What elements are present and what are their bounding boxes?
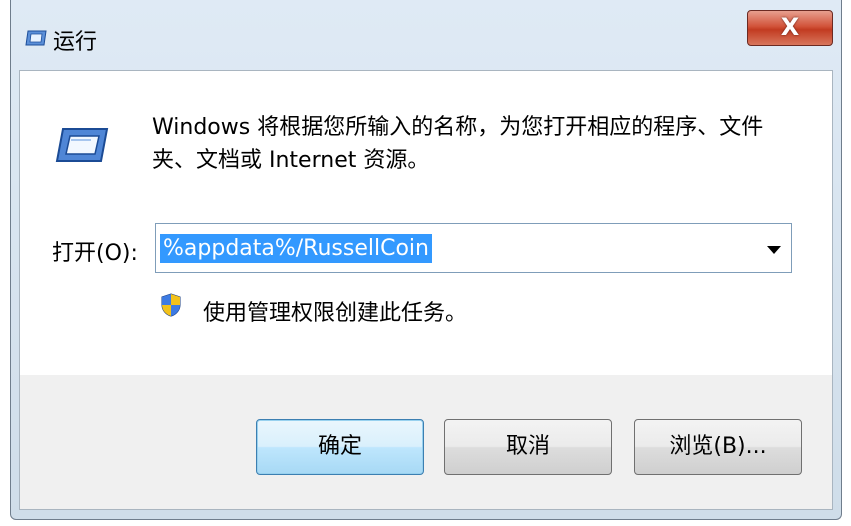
cancel-button[interactable]: 取消 [444, 419, 612, 475]
dialog-description: Windows 将根据您所输入的名称，为您打开相应的程序、文件夹、文档或 Int… [152, 115, 764, 173]
close-button[interactable]: X [747, 10, 833, 46]
uac-shield-icon [161, 293, 181, 317]
open-combobox[interactable]: %appdata%/RussellCoin [155, 223, 792, 273]
title-bar[interactable]: 运行 X [11, 0, 841, 70]
ok-button[interactable]: 确定 [256, 419, 424, 475]
run-icon [25, 30, 47, 46]
open-label: 打开(O): [52, 241, 138, 266]
close-icon: X [780, 13, 800, 41]
run-icon [55, 128, 109, 162]
window-title: 运行 [53, 30, 98, 55]
admin-note: 使用管理权限创建此任务。 [203, 301, 468, 326]
browse-button[interactable]: 浏览(B)... [634, 419, 802, 475]
content-panel: Windows 将根据您所输入的名称，为您打开相应的程序、文件夹、文档或 Int… [20, 71, 832, 375]
run-dialog-window: 运行 X Windows 将根据您所输入的名称，为您打开相应的程序、文件夹、文档… [10, 0, 842, 520]
open-input-value[interactable]: %appdata%/RussellCoin [160, 234, 432, 263]
dialog-client-area: Windows 将根据您所输入的名称，为您打开相应的程序、文件夹、文档或 Int… [19, 70, 833, 510]
chevron-down-icon[interactable] [767, 246, 781, 254]
